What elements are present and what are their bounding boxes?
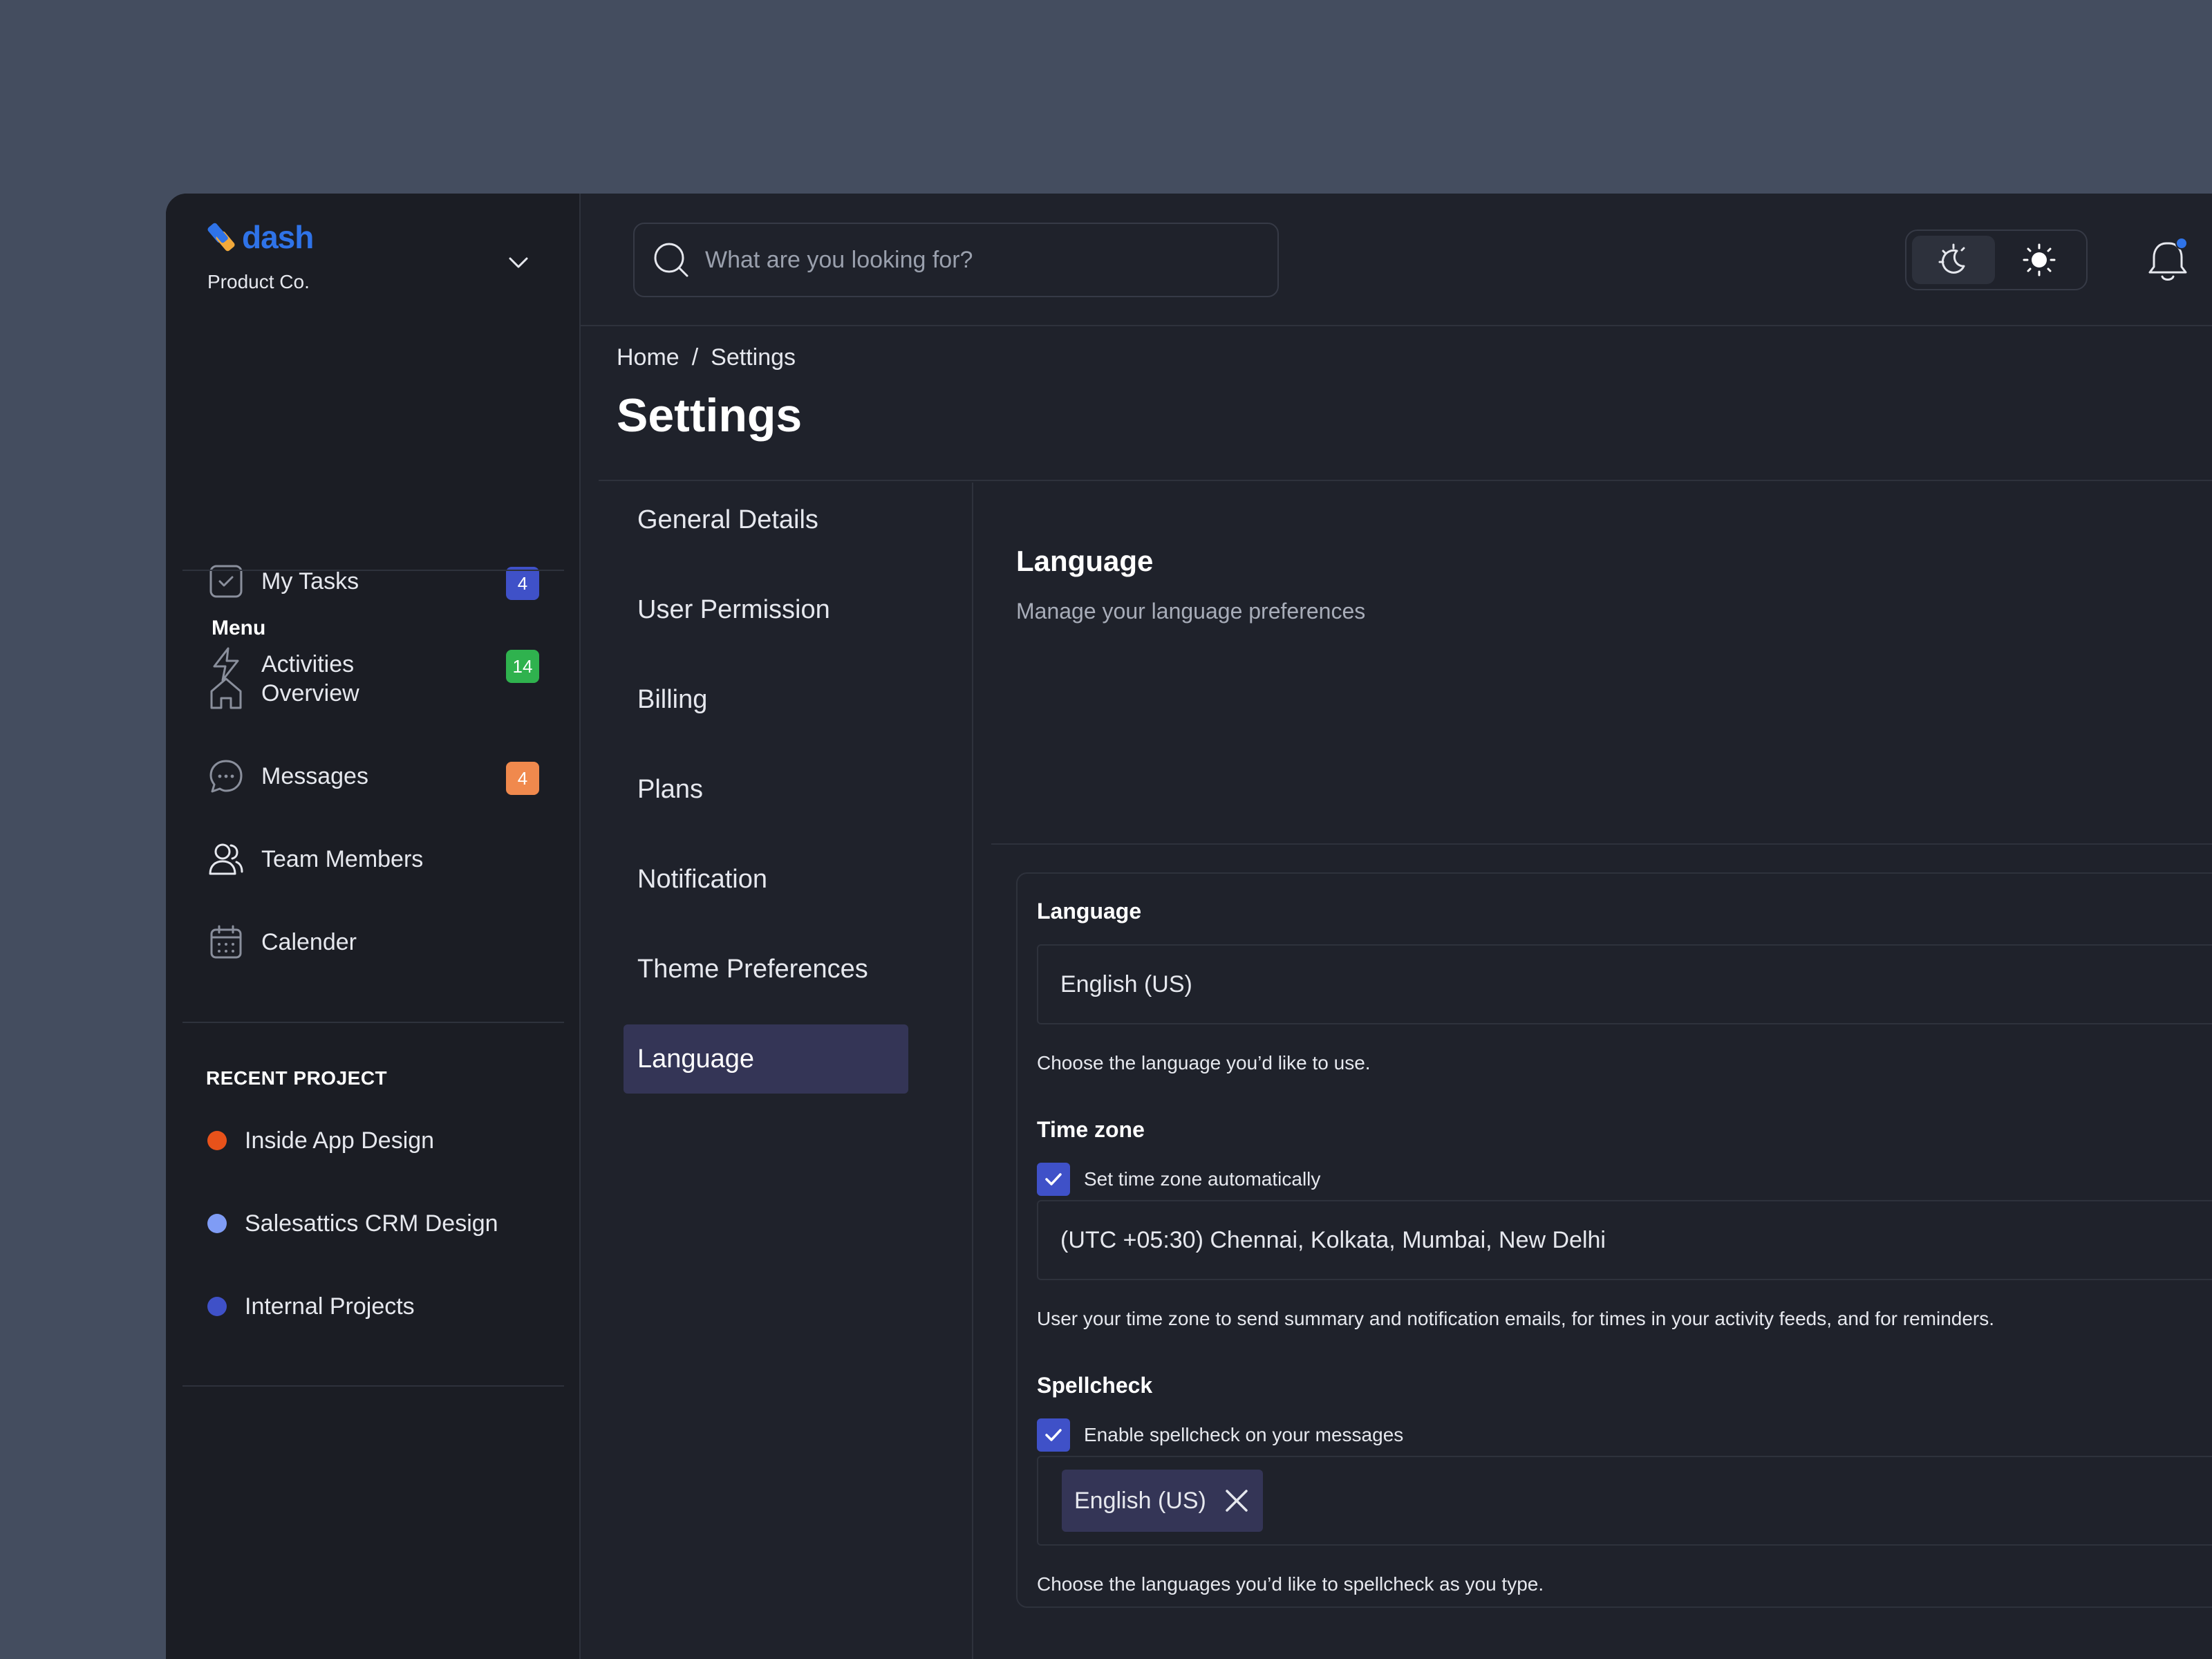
sun-icon <box>2023 243 2056 276</box>
task-check-icon <box>209 565 243 598</box>
chip-label: English (US) <box>1074 1487 1206 1514</box>
spellcheck-help-text: Choose the languages you’d like to spell… <box>1037 1573 1544 1595</box>
sidebar-item-label: Messages <box>261 762 368 789</box>
users-icon <box>209 843 243 875</box>
spellcheck-enable-checkbox[interactable] <box>1037 1418 1070 1452</box>
timezone-select[interactable]: (UTC +05:30) Chennai, Kolkata, Mumbai, N… <box>1037 1200 2212 1280</box>
language-field-label: Language <box>1037 899 1142 924</box>
settings-tab-user-permission[interactable]: User Permission <box>624 575 908 644</box>
settings-nav: General Details User Permission Billing … <box>599 482 973 1659</box>
home-icon <box>210 677 242 709</box>
sidebar-item-calender[interactable]: Calender <box>207 918 539 966</box>
sidebar-item-my-tasks[interactable]: My Tasks 4 <box>207 557 539 606</box>
project-item[interactable]: Salesattics CRM Design <box>207 1203 498 1244</box>
spellcheck-enable-row[interactable]: Enable spellcheck on your messages <box>1037 1418 1403 1452</box>
language-select[interactable]: English (US) <box>1037 944 2212 1024</box>
sidebar-divider <box>182 570 564 571</box>
menu-section-title: Menu <box>212 617 266 639</box>
notification-bell-icon[interactable] <box>2146 236 2191 285</box>
project-label: Salesattics CRM Design <box>245 1210 498 1237</box>
chevron-down-icon[interactable] <box>505 249 532 276</box>
recent-projects-title: RECENT PROJECT <box>206 1067 388 1089</box>
timezone-auto-row[interactable]: Set time zone automatically <box>1037 1163 1320 1196</box>
sidebar-item-label: Calender <box>261 928 357 955</box>
sidebar-divider <box>182 1385 564 1387</box>
timezone-auto-checkbox[interactable] <box>1037 1163 1070 1196</box>
settings-tab-theme-preferences[interactable]: Theme Preferences <box>624 935 908 1004</box>
language-help-text: Choose the language you’d like to use. <box>1037 1052 1371 1074</box>
spellcheck-language-chip: English (US) <box>1062 1470 1263 1532</box>
settings-tab-billing[interactable]: Billing <box>624 665 908 734</box>
project-label: Inside App Design <box>245 1127 435 1154</box>
project-color-dot <box>207 1297 227 1316</box>
section-subtitle: Manage your language preferences <box>1016 599 1366 624</box>
sidebar-item-team-members[interactable]: Team Members <box>207 835 539 883</box>
settings-tab-language[interactable]: Language <box>624 1024 908 1094</box>
project-label: Internal Projects <box>245 1293 415 1320</box>
dash-logo-icon <box>207 223 235 252</box>
language-card: Language English (US) Choose the languag… <box>1016 872 2212 1608</box>
breadcrumb-separator: / <box>691 344 699 371</box>
project-item[interactable]: Inside App Design <box>207 1120 434 1161</box>
sidebar-item-overview[interactable]: Overview <box>207 669 539 718</box>
theme-toggle[interactable] <box>1905 229 2088 290</box>
spellcheck-field-label: Spellcheck <box>1037 1373 1153 1398</box>
breadcrumb-home[interactable]: Home <box>617 344 679 371</box>
language-settings-panel: Language Manage your language preference… <box>975 482 2212 1659</box>
sidebar-item-messages[interactable]: Messages 4 <box>207 752 539 800</box>
project-color-dot <box>207 1214 227 1233</box>
project-color-dot <box>207 1131 227 1150</box>
chat-bubble-icon <box>209 760 243 793</box>
brand[interactable]: dash <box>207 218 314 256</box>
checkmark-icon <box>1045 1173 1062 1185</box>
breadcrumb-current: Settings <box>711 344 796 371</box>
sidebar-item-label: Overview <box>261 679 359 706</box>
light-mode-button[interactable] <box>1998 236 2081 284</box>
timezone-help-text: User your time zone to send summary and … <box>1037 1308 1995 1329</box>
page-title: Settings <box>617 389 803 442</box>
spellcheck-language-input[interactable]: English (US) <box>1037 1456 2212 1546</box>
breadcrumb: Home / Settings <box>617 344 796 371</box>
spellcheck-enable-label: Enable spellcheck on your messages <box>1084 1424 1404 1445</box>
section-divider <box>991 843 2212 845</box>
settings-tab-general-details[interactable]: General Details <box>624 485 908 554</box>
app-window: dash Product Co. My Tasks 4 Activities 1… <box>166 194 2212 1659</box>
sidebar-divider <box>182 1022 564 1023</box>
search-icon <box>654 243 688 277</box>
search-input[interactable] <box>705 246 1244 274</box>
sidebar: dash Product Co. My Tasks 4 Activities 1… <box>166 194 581 1659</box>
settings-tab-plans[interactable]: Plans <box>624 755 908 824</box>
search-bar[interactable] <box>633 223 1279 297</box>
close-icon[interactable] <box>1223 1487 1250 1515</box>
settings-tab-notification[interactable]: Notification <box>624 845 908 914</box>
page-header: Home / Settings Settings <box>599 326 2212 481</box>
task-count-badge: 4 <box>506 567 539 600</box>
timezone-field-label: Time zone <box>1037 1117 1145 1142</box>
message-count-badge: 4 <box>506 762 539 795</box>
checkmark-icon <box>1045 1429 1062 1441</box>
topbar <box>581 194 2212 326</box>
timezone-auto-label: Set time zone automatically <box>1084 1168 1321 1190</box>
section-title: Language <box>1016 545 1154 577</box>
sidebar-item-label: My Tasks <box>261 568 359 594</box>
brand-name: dash <box>242 219 314 255</box>
moon-icon <box>1938 243 1965 274</box>
project-item[interactable]: Internal Projects <box>207 1286 415 1327</box>
dark-mode-button[interactable] <box>1912 236 1995 284</box>
sidebar-item-label: Team Members <box>261 845 424 872</box>
calendar-icon <box>210 925 242 959</box>
org-name: Product Co. <box>207 271 310 292</box>
